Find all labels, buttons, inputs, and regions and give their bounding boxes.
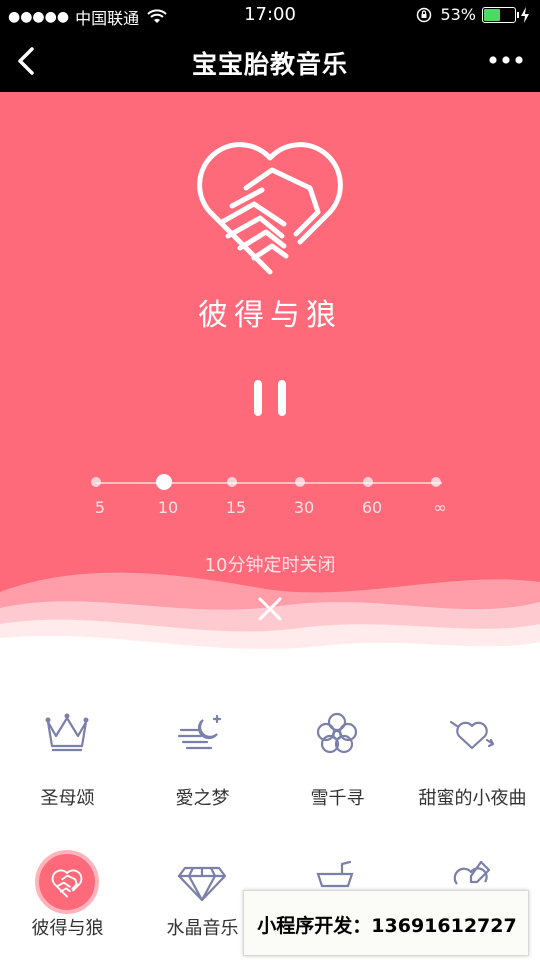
navigation-bar: 宝宝胎教音乐 [0,30,540,92]
crown-icon [45,713,89,752]
page-title: 宝宝胎教音乐 [191,50,348,79]
heart-handshake-icon [51,869,83,898]
pause-button[interactable] [250,378,290,418]
timer-option-label[interactable]: 60 [342,498,402,517]
song-item-active[interactable]: 彼得与狼 [0,820,135,950]
battery-percent: 53% [440,5,476,24]
song-label: 甜蜜的小夜曲 [418,788,527,809]
timer-option-dot[interactable] [295,477,305,487]
more-options-icon[interactable] [486,45,526,75]
song-label: 圣母颂 [40,788,95,809]
song-label: 愛之梦 [175,788,230,809]
song-item[interactable]: 圣母颂 [0,690,135,820]
timer-option-label[interactable]: 5 [70,498,130,517]
moon-stars-icon [177,714,222,750]
song-item[interactable]: 甜蜜的小夜曲 [405,690,540,820]
player-panel: 彼得与狼 5 10 15 30 60 ∞ 10分钟定时关闭 [0,92,540,682]
active-song-circle [35,850,99,914]
timer-option-label[interactable]: 30 [274,498,334,517]
rotation-lock-icon [417,7,432,22]
song-label: 雪千寻 [310,788,365,809]
timer-slider[interactable] [91,474,442,490]
timer-option-dot[interactable] [156,474,172,490]
flower-icon [316,712,358,754]
timer-option-dot[interactable] [227,477,237,487]
timer-option-dot[interactable] [363,477,373,487]
status-bar: ●●●●● 中国联通 17:00 53% [0,0,540,30]
timer-option-dot[interactable] [431,477,441,487]
heart-arrow-icon [449,720,495,750]
battery-icon [482,6,519,23]
wave-decoration [0,572,540,682]
song-title: 彼得与狼 [198,298,342,333]
timer-option-label[interactable]: 15 [206,498,266,517]
timer-option-dot[interactable] [91,477,101,487]
diamond-icon [177,866,227,902]
ad-text: 小程序开发：13691612727 [257,915,517,937]
timer-option-label[interactable]: ∞ [410,498,470,517]
charging-icon [521,6,529,23]
song-item[interactable]: 雪千寻 [270,690,405,820]
developer-ad-banner[interactable]: 小程序开发：13691612727 [243,890,529,956]
heart-handshake-icon [197,142,343,275]
song-item[interactable]: 愛之梦 [135,690,270,820]
timer-option-label[interactable]: 10 [138,498,198,517]
song-label: 彼得与狼 [31,918,104,939]
